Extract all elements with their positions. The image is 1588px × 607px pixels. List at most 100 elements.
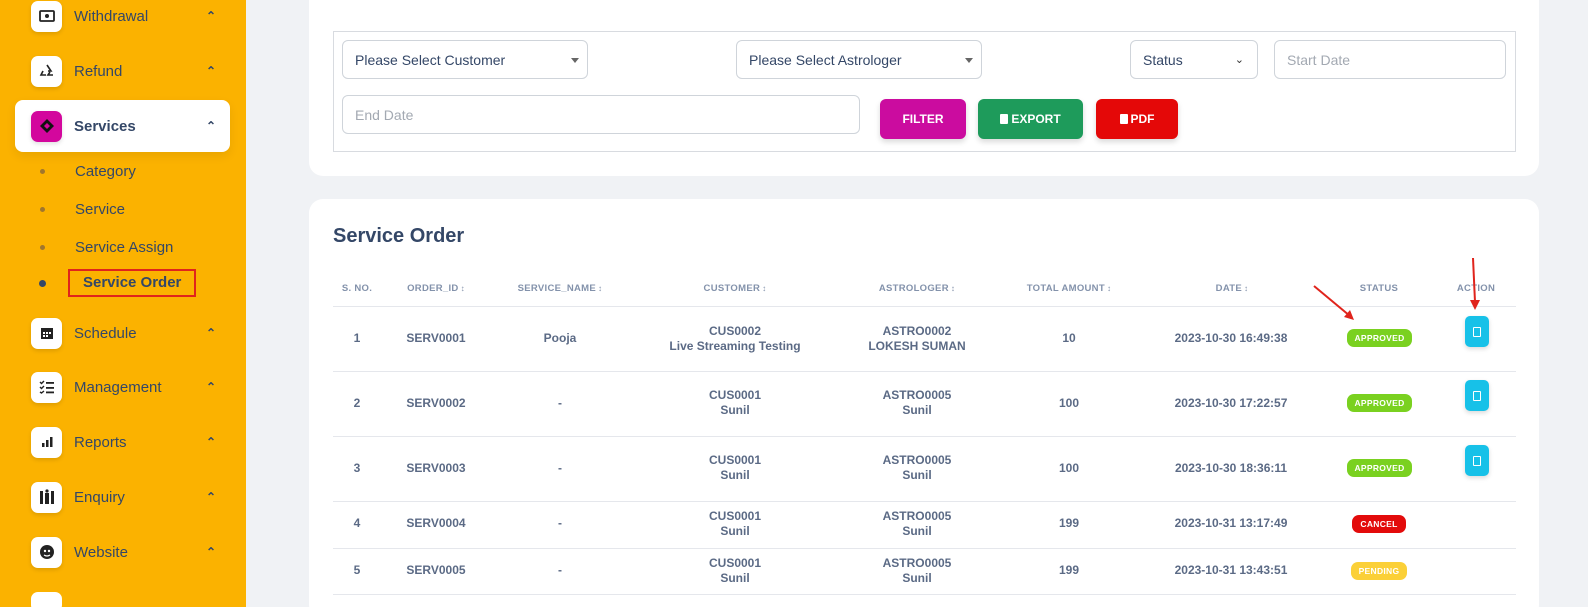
status-badge: PENDING xyxy=(1351,562,1407,580)
cell-date: 2023-10-30 16:49:38 xyxy=(1174,331,1288,345)
calendar-icon xyxy=(31,317,62,349)
sidebar-item-refund[interactable]: Refund ⌃ xyxy=(15,45,230,97)
chevron-up-icon: ⌃ xyxy=(205,545,216,559)
cell-amount: 199 xyxy=(1058,563,1080,577)
chevron-up-icon: ⌃ xyxy=(205,9,216,23)
caret-down-icon xyxy=(571,58,579,63)
chevron-up-icon: ⌃ xyxy=(205,64,216,78)
end-date-placeholder: End Date xyxy=(355,106,414,123)
enquiry-icon xyxy=(31,481,62,513)
document-icon xyxy=(1473,455,1481,466)
bar-chart-icon xyxy=(31,426,62,458)
astrologer-select[interactable]: Please Select Astrologer xyxy=(736,40,982,79)
document-icon xyxy=(1473,390,1481,401)
cell-date: 2023-10-30 18:36:11 xyxy=(1174,461,1288,475)
column-header-total-amount[interactable]: TOTAL AMOUNT ↕ xyxy=(1010,283,1128,294)
sort-icon: ↕ xyxy=(950,284,956,293)
start-date-input[interactable]: Start Date xyxy=(1274,40,1506,79)
cell-order-id: SERV0005 xyxy=(406,563,466,577)
view-invoice-button[interactable] xyxy=(1465,316,1489,347)
cell-order-id: SERV0003 xyxy=(406,461,466,475)
cell-amount: 100 xyxy=(1058,461,1080,475)
sidebar-subitem-label: Service xyxy=(75,200,126,218)
recycle-icon xyxy=(31,55,62,87)
astrologer-id: ASTRO0002 xyxy=(882,324,952,338)
filter-button[interactable]: FILTER xyxy=(880,99,966,139)
sidebar-item-enquiry[interactable]: Enquiry ⌃ xyxy=(15,471,230,523)
sidebar-item-reports[interactable]: Reports ⌃ xyxy=(15,416,230,468)
pdf-button[interactable]: PDF xyxy=(1096,99,1178,139)
sidebar-subitem-category[interactable]: Category xyxy=(40,158,136,184)
end-date-input[interactable]: End Date xyxy=(342,95,860,134)
money-icon xyxy=(31,0,62,32)
astrologer-name: LOKESH SUMAN xyxy=(868,339,966,353)
divider xyxy=(333,501,1516,502)
document-icon xyxy=(1473,326,1481,337)
customer-name: Sunil xyxy=(720,403,750,417)
astrologer-name: Sunil xyxy=(902,403,932,417)
sidebar-item-schedule[interactable]: Schedule ⌃ xyxy=(15,307,230,359)
view-invoice-button[interactable] xyxy=(1465,445,1489,476)
annotation-arrow-icon xyxy=(1313,285,1354,320)
bullet-icon xyxy=(40,206,45,212)
export-button[interactable]: EXPORT xyxy=(978,99,1083,139)
view-invoice-button[interactable] xyxy=(1465,380,1489,411)
chevron-down-icon: ⌄ xyxy=(1234,54,1244,66)
sidebar-item-label: Withdrawal xyxy=(74,7,149,25)
cell-amount: 100 xyxy=(1058,396,1080,410)
column-header-customer[interactable]: CUSTOMER ↕ xyxy=(670,283,800,294)
export-button-label: EXPORT xyxy=(1011,112,1061,126)
sidebar-item-website[interactable]: Website ⌃ xyxy=(15,526,230,578)
cell-astrologer: ASTRO0002 LOKESH SUMAN xyxy=(832,324,1002,354)
sidebar-subitem-service-assign[interactable]: Service Assign xyxy=(40,234,173,260)
bullet-icon xyxy=(40,244,45,250)
page-title: Service Order xyxy=(333,225,465,247)
cell-date: 2023-10-31 13:17:49 xyxy=(1174,516,1288,530)
status-select[interactable]: Status ⌄ xyxy=(1130,40,1258,79)
sort-icon: ↕ xyxy=(598,284,603,293)
sidebar-item-management[interactable]: Management ⌃ xyxy=(15,361,230,413)
bullet-icon xyxy=(39,279,46,287)
sidebar-subitem-service-order[interactable]: Service Order xyxy=(39,269,197,297)
column-header-order-id[interactable]: ORDER_ID ↕ xyxy=(393,283,479,294)
sidebar-item-services[interactable]: Services ⌃ xyxy=(15,100,230,152)
sidebar-subitem-service[interactable]: Service xyxy=(40,196,125,222)
cell-sno: 4 xyxy=(353,516,361,530)
divider xyxy=(333,548,1516,549)
cell-date: 2023-10-31 13:43:51 xyxy=(1174,563,1288,577)
sidebar-item-label: Reports xyxy=(74,433,127,451)
cell-customer: CUS0002 Live Streaming Testing xyxy=(640,324,830,354)
cell-service-name: Pooja xyxy=(543,331,577,345)
start-date-placeholder: Start Date xyxy=(1287,51,1351,68)
astrologer-name: Sunil xyxy=(902,468,932,482)
sidebar-item-withdrawal[interactable]: Withdrawal ⌃ xyxy=(15,0,230,42)
sidebar-item-label: Management xyxy=(74,378,162,396)
column-header-astrologer[interactable]: ASTROLOGER ↕ xyxy=(852,283,982,294)
chevron-up-icon: ⌃ xyxy=(205,380,216,394)
cell-order-id: SERV0002 xyxy=(406,396,466,410)
customer-id: CUS0002 xyxy=(708,324,762,338)
cell-astrologer: ASTRO0005 Sunil xyxy=(832,509,1002,539)
sidebar-item-label: Refund xyxy=(74,62,123,80)
divider xyxy=(333,436,1516,437)
chevron-up-icon: ⌃ xyxy=(205,490,216,504)
cell-sno: 2 xyxy=(353,396,361,410)
cell-amount: 10 xyxy=(1062,331,1076,345)
filter-button-label: FILTER xyxy=(902,112,944,126)
excel-file-icon xyxy=(1000,114,1009,124)
bullet-icon xyxy=(40,168,45,174)
pdf-file-icon xyxy=(1119,114,1128,124)
divider xyxy=(333,594,1516,595)
column-header-date[interactable]: DATE ↕ xyxy=(1180,283,1284,294)
customer-select[interactable]: Please Select Customer xyxy=(342,40,588,79)
pdf-button-label: PDF xyxy=(1130,112,1155,126)
sidebar-item-label: Enquiry xyxy=(74,488,125,506)
customer-name: Sunil xyxy=(720,524,750,538)
cell-customer: CUS0001 Sunil xyxy=(640,388,830,418)
chevron-up-icon: ⌃ xyxy=(205,326,216,340)
globe-icon xyxy=(31,536,62,568)
column-header-service-name[interactable]: SERVICE_NAME ↕ xyxy=(500,283,620,294)
customer-id: CUS0001 xyxy=(708,388,762,402)
sidebar-item-label: Schedule xyxy=(74,324,137,342)
customer-name: Sunil xyxy=(720,468,750,482)
